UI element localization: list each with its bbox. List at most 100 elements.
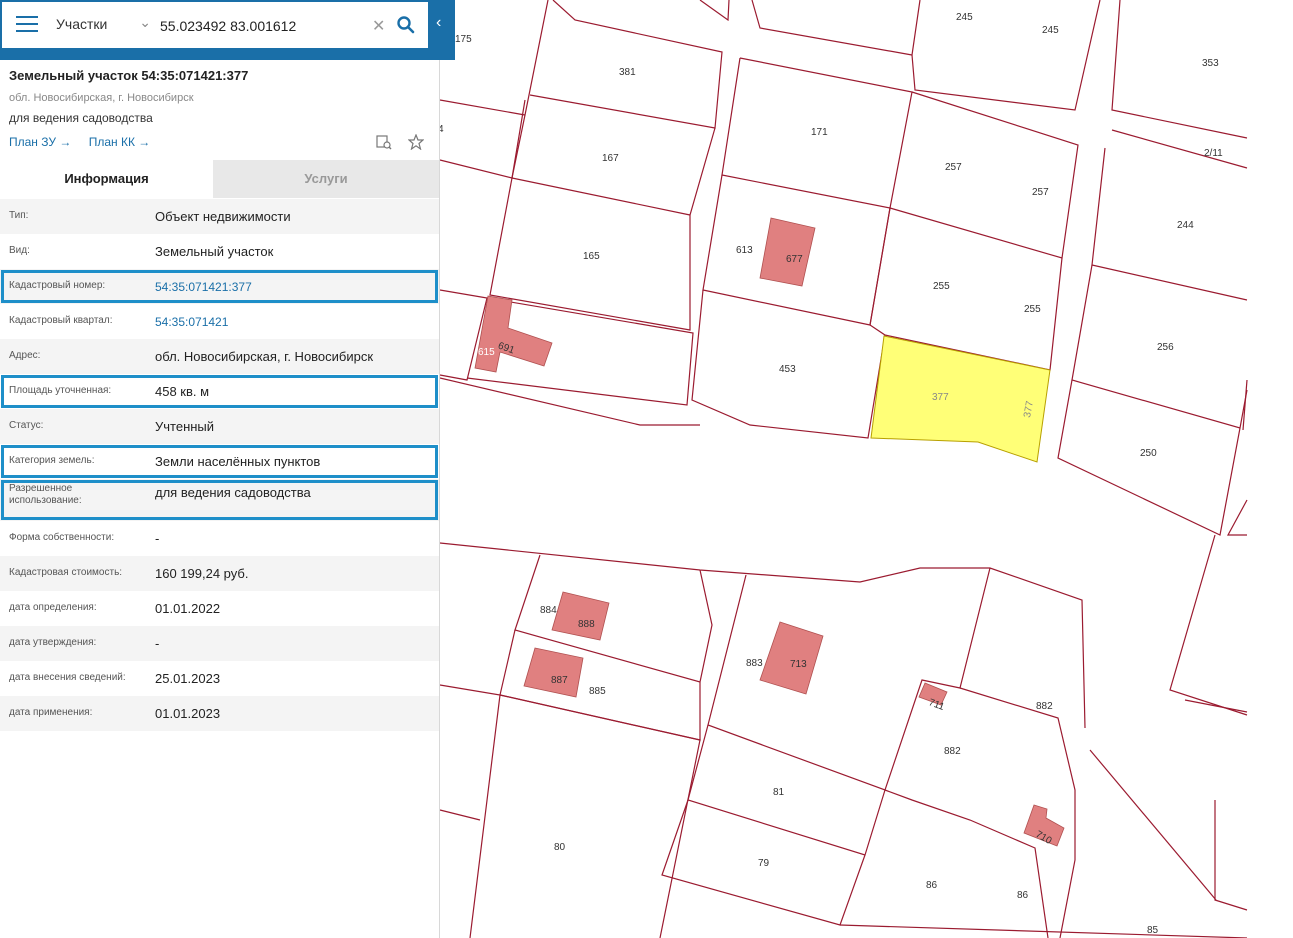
- parcel-outline[interactable]: [751, 0, 921, 56]
- action-icons: [376, 133, 436, 155]
- row-label: Кадастровый номер:: [9, 280, 106, 291]
- map-label: 81: [773, 787, 785, 798]
- table-row-highlighted: Разрешенное использование: для ведения са…: [0, 479, 439, 521]
- parcel-outline[interactable]: [499, 694, 701, 938]
- table-row: Форма собственности: -: [0, 521, 439, 556]
- map-label: 165: [583, 251, 600, 262]
- table-row: Тип: Объект недвижимости: [0, 199, 439, 234]
- building-677[interactable]: [759, 217, 816, 287]
- selected-parcel-377[interactable]: [870, 335, 1051, 463]
- map-label: 677: [786, 254, 803, 265]
- map-label: 257: [1032, 187, 1049, 198]
- table-row: дата определения: 01.01.2022: [0, 591, 439, 626]
- parcel-title: Земельный участок 54:35:071421:377: [9, 68, 249, 83]
- parcel-outline[interactable]: [439, 684, 501, 938]
- map-label: 250: [1140, 448, 1157, 459]
- search-box: Участки ⌄ ✕: [2, 2, 428, 48]
- map-label: 453: [779, 364, 796, 375]
- layer-select[interactable]: Участки ⌄: [56, 14, 151, 38]
- row-label: Кадастровая стоимость:: [9, 567, 123, 578]
- parcel-outline[interactable]: [687, 724, 886, 856]
- parcel-outline[interactable]: [439, 99, 526, 179]
- plan-links: План ЗУ → План КК →: [9, 135, 164, 149]
- map-label: 883: [746, 658, 763, 669]
- row-value: Объект недвижимости: [155, 209, 291, 224]
- map-label: 86: [1017, 890, 1029, 901]
- building-887[interactable]: [523, 647, 584, 698]
- parcel-outline[interactable]: [1111, 129, 1248, 169]
- search-input[interactable]: [160, 14, 365, 38]
- parcel-outline[interactable]: [1214, 800, 1248, 911]
- star-icon[interactable]: [407, 133, 426, 155]
- map-label: 353: [1202, 58, 1219, 69]
- parcel-address: обл. Новосибирская, г. Новосибирск: [9, 92, 194, 104]
- plan-zu-link[interactable]: План ЗУ →: [9, 135, 71, 149]
- clear-icon[interactable]: ✕: [372, 16, 385, 36]
- map-label: 884: [540, 605, 557, 616]
- map-label: 613: [736, 245, 753, 256]
- row-label: Площадь уточненная:: [9, 385, 112, 396]
- parcel-outline[interactable]: [1226, 499, 1248, 536]
- table-row: Кадастровый квартал: 54:35:071421: [0, 304, 439, 339]
- map-label: 85: [1147, 925, 1159, 936]
- map-label: 175: [455, 34, 472, 45]
- layer-select-label: Участки: [56, 16, 108, 32]
- menu-icon[interactable]: [16, 16, 38, 34]
- parcel-outline[interactable]: [1184, 699, 1248, 713]
- property-table: Тип: Объект недвижимости Вид: Земельный уч…: [0, 199, 439, 731]
- map-label: 887: [551, 675, 568, 686]
- search-icon[interactable]: [396, 15, 416, 35]
- map-label: 615: [478, 347, 495, 358]
- parcel-outline[interactable]: [1169, 534, 1248, 716]
- row-value: обл. Новосибирская, г. Новосибирск: [155, 349, 374, 364]
- row-label: Категория земель:: [9, 455, 95, 466]
- parcel-outline[interactable]: [911, 0, 1101, 111]
- parcel-outline[interactable]: [1111, 0, 1248, 139]
- plan-kk-link[interactable]: План КК →: [89, 135, 151, 149]
- row-value: Учтенный: [155, 419, 215, 434]
- map-label: 79: [758, 858, 770, 869]
- table-row: дата применения: 01.01.2023: [0, 696, 439, 731]
- building-888[interactable]: [551, 591, 610, 641]
- map-label: 2/11: [1204, 148, 1223, 159]
- parcel-outline[interactable]: [884, 789, 1049, 938]
- row-value: -: [155, 531, 160, 546]
- cadastral-number-link[interactable]: 54:35:071421:377: [155, 280, 252, 294]
- parcel-outline[interactable]: [439, 0, 549, 116]
- map-label: 80: [554, 842, 566, 853]
- parcel-outline[interactable]: [529, 0, 723, 129]
- row-value: 160 199,24 руб.: [155, 566, 249, 581]
- table-row: Адрес: обл. Новосибирская, г. Новосибирск: [0, 339, 439, 374]
- building-713[interactable]: [759, 621, 824, 695]
- parcel-outline[interactable]: [699, 0, 730, 22]
- parcel-outline[interactable]: [511, 114, 716, 216]
- collapse-panel-icon[interactable]: ‹: [436, 14, 441, 32]
- row-value: 25.01.2023: [155, 671, 221, 686]
- search-doc-icon[interactable]: [376, 134, 392, 155]
- row-label: Кадастровый квартал:: [9, 315, 113, 326]
- row-label: Разрешенное использование:: [9, 483, 82, 506]
- map-label: 255: [1024, 304, 1041, 315]
- map-label: 882: [944, 746, 961, 757]
- parcel-outline[interactable]: [1091, 147, 1248, 301]
- parcel-outline[interactable]: [1242, 379, 1248, 431]
- row-value: для ведения садоводства: [155, 485, 311, 500]
- map-label: 244: [1177, 220, 1194, 231]
- parcel-outline[interactable]: [439, 809, 481, 821]
- tab-services[interactable]: Услуги: [213, 160, 439, 198]
- map-label: 257: [945, 162, 962, 173]
- cadastral-quarter-link[interactable]: 54:35:071421: [155, 315, 228, 329]
- map-label: 255: [933, 281, 950, 292]
- tab-information[interactable]: Информация: [0, 160, 213, 198]
- info-tabs: Информация Услуги: [0, 160, 439, 198]
- chevron-down-icon: ⌄: [139, 14, 151, 30]
- table-row-highlighted: Площадь уточненная: 458 кв. м: [0, 374, 439, 409]
- table-row-highlighted: Категория земель: Земли населённых пункто…: [0, 444, 439, 479]
- map-label: 381: [619, 67, 636, 78]
- row-value: -: [155, 636, 160, 651]
- row-label: дата определения:: [9, 602, 97, 613]
- parcel-outline[interactable]: [889, 91, 1079, 259]
- parcel-outline[interactable]: [1089, 749, 1217, 901]
- parcel-outline[interactable]: [839, 924, 1248, 938]
- row-label: дата внесения сведений:: [9, 672, 126, 683]
